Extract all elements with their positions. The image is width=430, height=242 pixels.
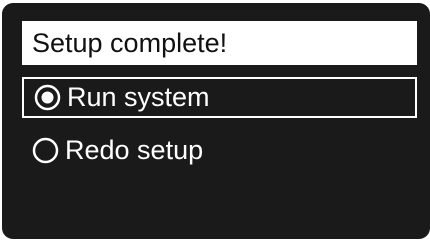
menu-option-label: Redo setup xyxy=(65,135,204,165)
radio-unselected-icon xyxy=(32,137,59,164)
menu-option-redo-setup[interactable]: Redo setup xyxy=(22,130,417,171)
display-screen: Setup complete! Run system Redo setup xyxy=(2,3,430,239)
menu-option-label: Run system xyxy=(67,82,210,112)
page-title: Setup complete! xyxy=(22,21,417,65)
menu-option-run-system[interactable]: Run system xyxy=(22,77,417,118)
radio-selected-icon xyxy=(34,84,61,111)
